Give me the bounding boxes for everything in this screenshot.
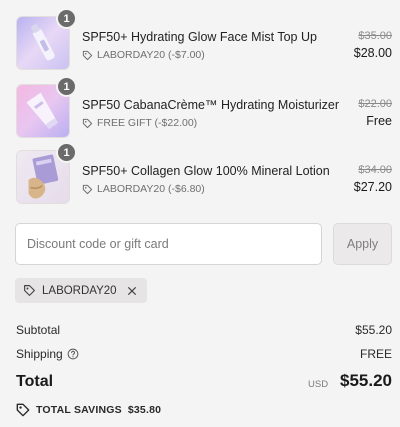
price: Free <box>366 114 392 128</box>
tag-icon <box>82 50 93 60</box>
help-circle-icon[interactable] <box>67 348 79 360</box>
total-savings: TOTAL SAVINGS $35.80 <box>16 403 161 417</box>
tag-icon <box>82 184 93 194</box>
original-price: $34.00 <box>358 164 392 176</box>
subtotal-value: $55.20 <box>355 323 392 337</box>
line-item: 1 SPF50+ Hydrating Glow Face Mist Top Up… <box>16 8 392 72</box>
currency-code: USD <box>308 379 329 390</box>
quantity-badge: 1 <box>56 76 77 97</box>
discount-code-input[interactable] <box>15 223 322 265</box>
price: $27.20 <box>353 180 392 194</box>
savings-label: TOTAL SAVINGS <box>36 404 122 416</box>
savings-value: $35.80 <box>127 404 162 416</box>
product-name: SPF50+ Collagen Glow 100% Mineral Lotion <box>82 164 330 178</box>
item-discount-label: FREE GIFT (-$22.00) <box>97 117 198 129</box>
applied-code-chip: LABORDAY20 <box>15 278 147 303</box>
product-name: SPF50 CabanaCrème™ Hydrating Moisturizer <box>82 98 340 112</box>
line-item: 1 SPF50+ Collagen Glow 100% Mineral Loti… <box>16 142 392 206</box>
item-discount: LABORDAY20 (-$7.00) <box>82 49 205 61</box>
quantity-badge: 1 <box>56 142 77 163</box>
shipping-row: Shipping FREE <box>16 347 392 361</box>
subtotal-row: Subtotal $55.20 <box>16 323 392 337</box>
tag-icon <box>16 403 30 417</box>
line-item: 1 SPF50 CabanaCrème™ Hydrating Moisturiz… <box>16 76 392 140</box>
item-discount: LABORDAY20 (-$6.80) <box>82 183 205 195</box>
applied-code-label: LABORDAY20 <box>42 284 117 297</box>
item-discount-label: LABORDAY20 (-$6.80) <box>97 183 205 195</box>
item-discount: FREE GIFT (-$22.00) <box>82 117 197 129</box>
price: $28.00 <box>353 46 392 60</box>
product-name: SPF50+ Hydrating Glow Face Mist Top Up <box>82 30 317 44</box>
item-discount-label: LABORDAY20 (-$7.00) <box>97 49 205 61</box>
tag-icon <box>82 118 93 128</box>
shipping-label: Shipping <box>16 347 63 361</box>
apply-button[interactable]: Apply <box>333 223 392 265</box>
shipping-value: FREE <box>359 347 392 361</box>
total-value: $55.20 <box>340 371 392 390</box>
subtotal-label: Subtotal <box>16 323 61 337</box>
tag-icon <box>24 285 35 296</box>
quantity-badge: 1 <box>56 8 77 29</box>
total-label: Total <box>16 373 54 390</box>
close-icon[interactable] <box>125 284 139 298</box>
original-price: $35.00 <box>358 30 392 42</box>
original-price: $22.00 <box>358 98 392 110</box>
